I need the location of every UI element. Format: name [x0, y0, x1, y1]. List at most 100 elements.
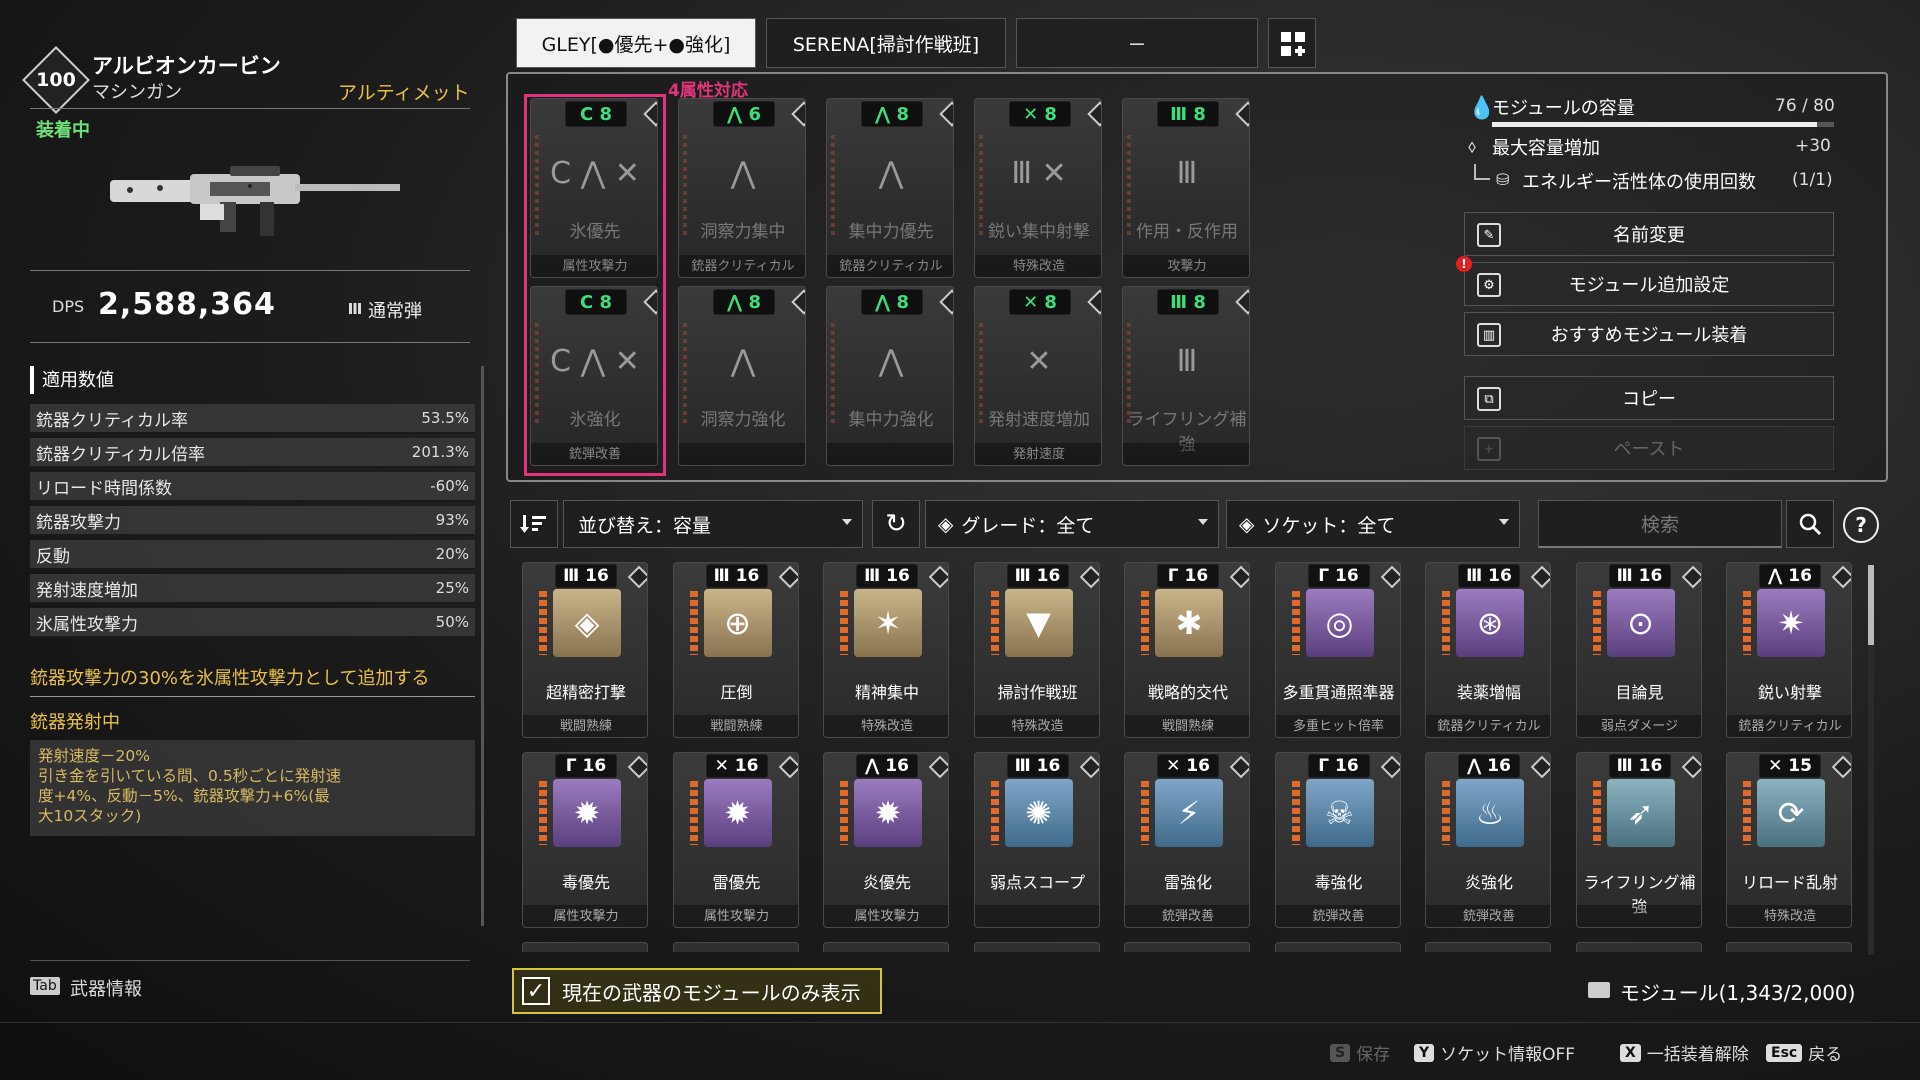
module-category: 属性攻撃力 — [523, 905, 647, 927]
tab-preset-2[interactable]: SERENA[掃討作戦班] — [766, 18, 1006, 68]
module-card-partial[interactable] — [1425, 942, 1551, 952]
grade-bars — [1141, 781, 1149, 845]
module-card-partial[interactable] — [1124, 942, 1250, 952]
module-icon: ⚡ — [1155, 779, 1223, 847]
module-name: 洞察力集中 — [700, 222, 786, 242]
grade-dropdown[interactable]: ◈ グレード：全て — [925, 500, 1219, 548]
module-name: 装薬増幅 — [1456, 683, 1521, 702]
key-cap: S — [1330, 1043, 1351, 1062]
tab-preset-3[interactable]: － — [1016, 18, 1258, 68]
module-icon: ⊕ — [703, 589, 772, 657]
equipped-module-slot[interactable]: Ⅲ 8 Ⅲ ライフリング補強 — [1122, 286, 1250, 466]
tree-connector — [1474, 164, 1490, 180]
pencil-button[interactable]: ✎ 名前変更 — [1464, 212, 1834, 256]
module-card[interactable]: ✕ 16 ✹ 雷優先 属性攻撃力 — [672, 752, 799, 928]
tab-preset-1[interactable]: GLEY[●優先+●強化] — [516, 18, 756, 68]
module-box-icon — [1588, 982, 1610, 998]
inventory-scrollbar-thumb[interactable] — [1868, 565, 1874, 645]
module-card[interactable]: Ⅲ 16 ✶ 精神集中 特殊改造 — [823, 562, 949, 738]
module-card[interactable]: Ⅲ 16 ▼ 掃討作戦班 特殊改造 — [973, 562, 1100, 738]
only-current-weapon-toggle[interactable]: ✓ 現在の武器のモジュールのみ表示 — [512, 968, 882, 1014]
equipped-module-slot[interactable]: ✕ 8 ✕ 発射速度増加 発射速度 — [974, 286, 1102, 466]
module-card[interactable]: Ⅲ 16 ⊛ 装薬増幅 銃器クリティカル — [1425, 562, 1551, 738]
help-button[interactable]: ? — [1843, 507, 1879, 543]
module-card[interactable]: Γ 16 ◎ 多重貫通照準器 多重ヒット倍率 — [1274, 562, 1401, 738]
module-icon: ✹ — [703, 779, 772, 847]
search-button[interactable] — [1786, 500, 1834, 548]
skill-line: 度+4%、反動－5%、銃器攻撃力+6%(最 — [38, 787, 330, 805]
weapon-rarity: アルティメット — [338, 82, 470, 104]
gear-button[interactable]: ⚙ モジュール追加設定 — [1464, 262, 1834, 306]
reset-filter-button[interactable]: ↻ — [872, 500, 920, 548]
equipped-module-slot[interactable]: ⋀ 8 ⋀ 集中力強化 — [826, 286, 954, 466]
stats-scrollbar[interactable] — [481, 366, 484, 926]
tab-key: Tab — [30, 977, 60, 995]
key-cap: X — [1620, 1043, 1641, 1062]
paste-icon: + — [1477, 437, 1501, 461]
stat-row: 氷属性攻撃力 50% — [30, 608, 475, 638]
equipped-module-slot[interactable]: ✕ 8 Ⅲ ✕ 鋭い集中射撃 特殊改造 — [974, 98, 1102, 278]
module-icon: ➶ — [1606, 779, 1675, 847]
diamond-icon — [1530, 565, 1550, 589]
chart-icon: ▥ — [1477, 323, 1501, 347]
key-hint[interactable]: Y ソケット情報OFF — [1414, 1040, 1575, 1065]
equipped-module-slot[interactable]: Ⅲ 8 Ⅲ 作用・反作用 攻撃力 — [1122, 98, 1250, 278]
module-icon: ✹ — [553, 779, 621, 847]
divider — [30, 960, 470, 961]
sort-dropdown[interactable]: 並び替え：容量 — [563, 500, 863, 548]
equipped-module-slot[interactable]: ⋀ 8 ⋀ 集中力優先 銃器クリティカル — [826, 98, 954, 278]
module-card-partial[interactable] — [973, 942, 1100, 952]
paste-button[interactable]: + ペースト — [1464, 426, 1834, 470]
module-name: 雷強化 — [1163, 873, 1212, 892]
module-card-partial[interactable] — [672, 942, 799, 952]
module-card[interactable]: ✕ 16 ⚡ 雷強化 銃弾改善 — [1124, 752, 1250, 928]
module-card[interactable]: Γ 16 ✹ 毒優先 属性攻撃力 — [522, 752, 648, 928]
module-card[interactable]: ⋀ 16 ✹ 炎優先 属性攻撃力 — [823, 752, 949, 928]
chart-button[interactable]: ▥ おすすめモジュール装着 — [1464, 312, 1834, 356]
key-hint[interactable]: S 保存 — [1330, 1040, 1390, 1065]
divider — [30, 696, 475, 697]
copy-button[interactable]: ⧉ コピー — [1464, 376, 1834, 420]
grade-bars — [1291, 781, 1300, 845]
module-icon: ♨ — [1456, 779, 1524, 847]
diamond-icon — [1235, 101, 1249, 127]
module-card[interactable]: Ⅲ 16 ◈ 超精密打撃 戦闘熟練 — [522, 562, 648, 738]
module-card-partial[interactable] — [1575, 942, 1702, 952]
module-card[interactable]: ✕ 15 ⟳ リロード乱射 特殊改造 — [1726, 752, 1852, 928]
module-card-partial[interactable] — [522, 942, 648, 952]
preset-grid-button[interactable] — [1268, 18, 1316, 68]
weapon-info-link[interactable]: 武器情報 — [70, 975, 142, 1001]
module-card[interactable]: ⋀ 16 ✷ 鋭い射撃 銃器クリティカル — [1726, 562, 1852, 738]
module-icon: ✷ — [1757, 589, 1825, 657]
module-card[interactable]: Γ 16 ☠ 毒強化 銃弾改善 — [1274, 752, 1401, 928]
key-hint[interactable]: X 一括装着解除 — [1620, 1040, 1749, 1065]
grade-bars — [1141, 591, 1149, 655]
socket-badge: Ⅲ 16 — [555, 564, 617, 588]
checkbox[interactable]: ✓ — [522, 977, 550, 1005]
diamond-icon — [1681, 755, 1701, 779]
search-input[interactable]: 検索 — [1538, 500, 1782, 548]
module-name: 弱点スコープ — [989, 873, 1086, 892]
socket-badge: ⋀ 16 — [1759, 564, 1821, 588]
module-card[interactable]: Ⅲ 16 ⊙ 目論見 弱点ダメージ — [1575, 562, 1702, 738]
module-card[interactable]: Ⅲ 16 ⊕ 圧倒 戦闘熟練 — [672, 562, 799, 738]
key-hint-label: 戻る — [1808, 1045, 1843, 1065]
equipped-module-slot[interactable]: ⋀ 6 ⋀ 洞察力集中 銃器クリティカル — [678, 98, 806, 278]
stat-row: 反動 20% — [30, 540, 475, 570]
module-card[interactable]: Γ 16 ✱ 戦略的交代 戦闘熟練 — [1124, 562, 1250, 738]
sort-order-button[interactable] — [510, 500, 558, 548]
module-icon: ◎ — [1305, 589, 1374, 657]
socket-dropdown[interactable]: ◈ ソケット：全て — [1226, 500, 1520, 548]
equipped-module-slot[interactable]: ⋀ 8 ⋀ 洞察力強化 — [678, 286, 806, 466]
module-card[interactable]: ⋀ 16 ♨ 炎強化 銃弾改善 — [1425, 752, 1551, 928]
grade-bars — [1291, 591, 1300, 655]
module-card[interactable]: Ⅲ 16 ➶ ライフリング補強 — [1575, 752, 1702, 928]
stat-row: リロード時間係数 -60% — [30, 472, 475, 502]
module-card-partial[interactable] — [1274, 942, 1401, 952]
socket-badge: ⋀ 8 — [861, 289, 923, 315]
key-hint[interactable]: Esc 戻る — [1766, 1040, 1842, 1065]
module-card-partial[interactable] — [1726, 942, 1852, 952]
skill-description: 発射速度－20% 引き金を引いている間、0.5秒ごとに発射速 度+4%、反動－5… — [30, 740, 475, 836]
module-card-partial[interactable] — [823, 942, 949, 952]
module-card[interactable]: Ⅲ 16 ✺ 弱点スコープ — [973, 752, 1100, 928]
